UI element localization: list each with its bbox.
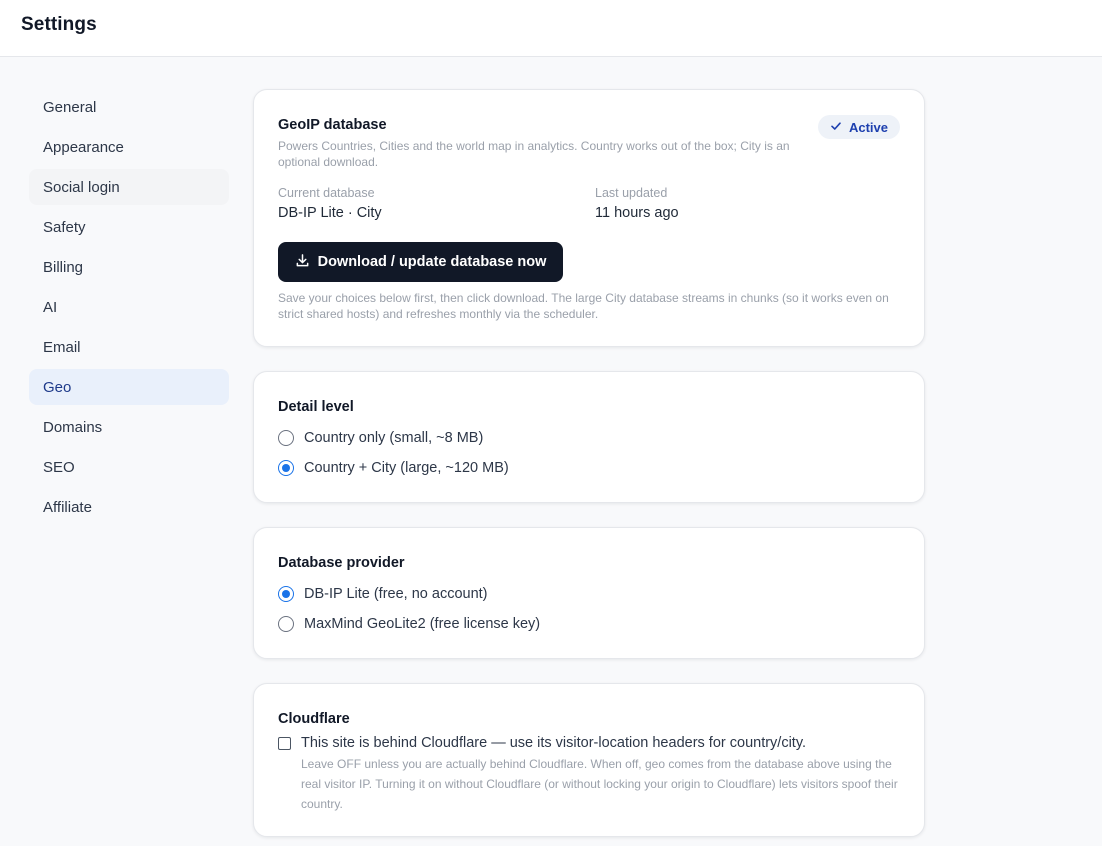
provider-dbip-radio[interactable] bbox=[278, 586, 294, 602]
detail-country-only-label: Country only (small, ~8 MB) bbox=[304, 430, 484, 446]
detail-level-title: Detail level bbox=[278, 399, 354, 415]
sidebar-item-ai[interactable]: AI bbox=[29, 289, 229, 325]
download-database-button[interactable]: Download / update database now bbox=[278, 242, 563, 282]
detail-country-only-radio[interactable] bbox=[278, 430, 294, 446]
download-button-label: Download / update database now bbox=[317, 254, 547, 270]
status-badge: Active bbox=[817, 115, 900, 139]
sidebar-item-email[interactable]: Email bbox=[29, 329, 229, 365]
last-updated-label: Last updated bbox=[595, 186, 668, 200]
geoip-database-card: GeoIP database Powers Countries, Cities … bbox=[253, 89, 925, 347]
sidebar-item-geo[interactable]: Geo bbox=[29, 369, 229, 405]
current-database-label: Current database bbox=[278, 186, 375, 200]
sidebar-item-domains[interactable]: Domains bbox=[29, 409, 229, 445]
provider-maxmind-label: MaxMind GeoLite2 (free license key) bbox=[304, 616, 541, 632]
detail-country-city-label: Country + City (large, ~120 MB) bbox=[304, 460, 509, 476]
detail-country-city-radio[interactable] bbox=[278, 460, 294, 476]
sidebar-item-general[interactable]: General bbox=[29, 89, 229, 125]
cloudflare-card: Cloudflare This site is behind Cloudflar… bbox=[253, 683, 925, 837]
download-icon bbox=[295, 253, 310, 272]
detail-country-city-option[interactable]: Country + City (large, ~120 MB) bbox=[278, 460, 509, 476]
top-bar: Settings bbox=[0, 0, 1102, 57]
sidebar-item-affiliate[interactable]: Affiliate bbox=[29, 489, 229, 525]
sidebar-item-appearance[interactable]: Appearance bbox=[29, 129, 229, 165]
cloudflare-title: Cloudflare bbox=[278, 711, 350, 727]
sidebar-item-social-login[interactable]: Social login bbox=[29, 169, 229, 205]
page-title: Settings bbox=[21, 14, 97, 35]
last-updated-value: 11 hours ago bbox=[595, 205, 679, 221]
provider-dbip-label: DB-IP Lite (free, no account) bbox=[304, 586, 488, 602]
detail-country-only-option[interactable]: Country only (small, ~8 MB) bbox=[278, 430, 483, 446]
detail-level-card: Detail level Country only (small, ~8 MB)… bbox=[253, 371, 925, 503]
sidebar-item-billing[interactable]: Billing bbox=[29, 249, 229, 285]
cloudflare-checkbox[interactable] bbox=[278, 736, 291, 750]
provider-dbip-option[interactable]: DB-IP Lite (free, no account) bbox=[278, 586, 488, 602]
sidebar-item-seo[interactable]: SEO bbox=[29, 449, 229, 485]
provider-maxmind-radio[interactable] bbox=[278, 616, 294, 632]
geoip-description: Powers Countries, Cities and the world m… bbox=[278, 139, 790, 169]
sidebar-item-safety[interactable]: Safety bbox=[29, 209, 229, 245]
current-database-value: DB-IP Lite · City bbox=[278, 205, 382, 221]
database-provider-card: Database provider DB-IP Lite (free, no a… bbox=[253, 527, 925, 659]
provider-maxmind-option[interactable]: MaxMind GeoLite2 (free license key) bbox=[278, 616, 540, 632]
geoip-card-title: GeoIP database bbox=[278, 117, 387, 133]
cloudflare-checkbox-label: This site is behind Cloudflare — use its… bbox=[301, 735, 807, 751]
status-badge-label: Active bbox=[848, 119, 888, 135]
check-icon bbox=[830, 120, 842, 135]
cloudflare-option[interactable]: This site is behind Cloudflare — use its… bbox=[278, 735, 806, 751]
settings-sidebar: General Appearance Social login Safety B… bbox=[29, 89, 229, 529]
cloudflare-note: Leave OFF unless you are actually behind… bbox=[301, 757, 898, 811]
database-provider-title: Database provider bbox=[278, 555, 405, 571]
download-note: Save your choices below first, then clic… bbox=[278, 291, 889, 321]
